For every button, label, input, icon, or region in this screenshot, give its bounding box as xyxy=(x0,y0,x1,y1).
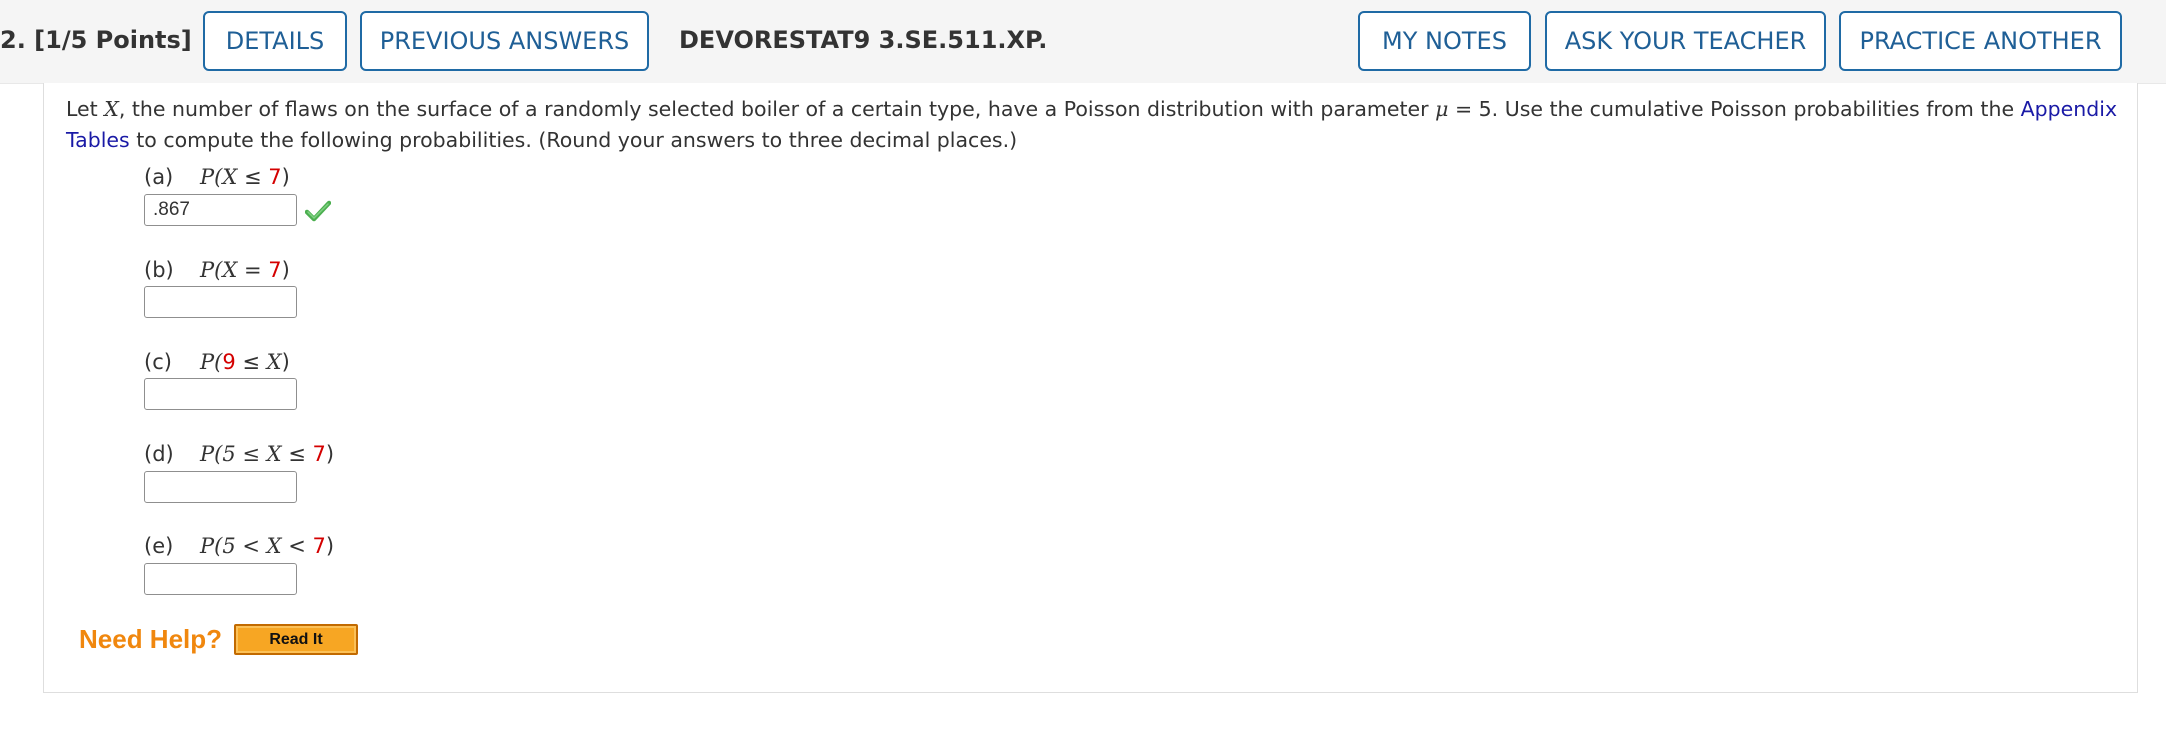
problem-text: = 5. Use the cumulative Poisson probabil… xyxy=(1448,97,2021,121)
part-b-label: (b) P(X = 7) xyxy=(144,258,290,282)
question-card xyxy=(43,83,2138,693)
my-notes-button[interactable]: MY NOTES xyxy=(1358,11,1531,71)
part-a-label: (a) P(X ≤ 7) xyxy=(144,165,290,189)
part-d-label: (d) P(5 ≤ X ≤ 7) xyxy=(144,442,334,466)
problem-text: to compute the following probabilities. … xyxy=(129,128,1018,152)
check-mark-icon xyxy=(305,200,331,222)
part-e-answer-input[interactable] xyxy=(144,563,297,595)
ask-your-teacher-button[interactable]: ASK YOUR TEACHER xyxy=(1545,11,1826,71)
problem-text: , the number of flaws on the surface of … xyxy=(118,97,1436,121)
practice-another-button[interactable]: PRACTICE ANOTHER xyxy=(1839,11,2122,71)
part-expression: P(X ≤ 7) xyxy=(200,165,290,189)
question-title: 2. [1/5 Points] xyxy=(0,26,192,54)
question-code: DEVORESTAT9 3.SE.511.XP. xyxy=(679,26,1048,54)
part-c-answer-input[interactable] xyxy=(144,378,297,410)
problem-text: Let xyxy=(66,97,105,121)
part-letter: (d) xyxy=(144,442,174,466)
part-c-label: (c) P(9 ≤ X) xyxy=(144,350,290,374)
part-e-label: (e) P(5 < X < 7) xyxy=(144,534,334,558)
part-a-answer-input[interactable] xyxy=(144,194,297,226)
mu-symbol: μ xyxy=(1435,97,1449,121)
part-letter: (e) xyxy=(144,534,174,558)
question-header: 2. [1/5 Points] DETAILS PREVIOUS ANSWERS… xyxy=(0,0,2166,84)
part-letter: (a) xyxy=(144,165,174,189)
part-letter: (b) xyxy=(144,258,174,282)
part-expression: P(5 ≤ X ≤ 7) xyxy=(200,442,335,466)
part-letter: (c) xyxy=(144,350,172,374)
previous-answers-button[interactable]: PREVIOUS ANSWERS xyxy=(360,11,649,71)
part-d-answer-input[interactable] xyxy=(144,471,297,503)
part-b-answer-input[interactable] xyxy=(144,286,297,318)
variable-x: X xyxy=(104,97,119,121)
details-button[interactable]: DETAILS xyxy=(203,11,347,71)
part-expression: P(9 ≤ X) xyxy=(200,350,290,374)
need-help-label: Need Help? xyxy=(79,624,223,654)
read-it-button[interactable]: Read It xyxy=(234,624,358,655)
problem-statement: Let X, the number of flaws on the surfac… xyxy=(66,94,2126,156)
part-expression: P(5 < X < 7) xyxy=(200,534,335,558)
part-expression: P(X = 7) xyxy=(200,258,290,282)
